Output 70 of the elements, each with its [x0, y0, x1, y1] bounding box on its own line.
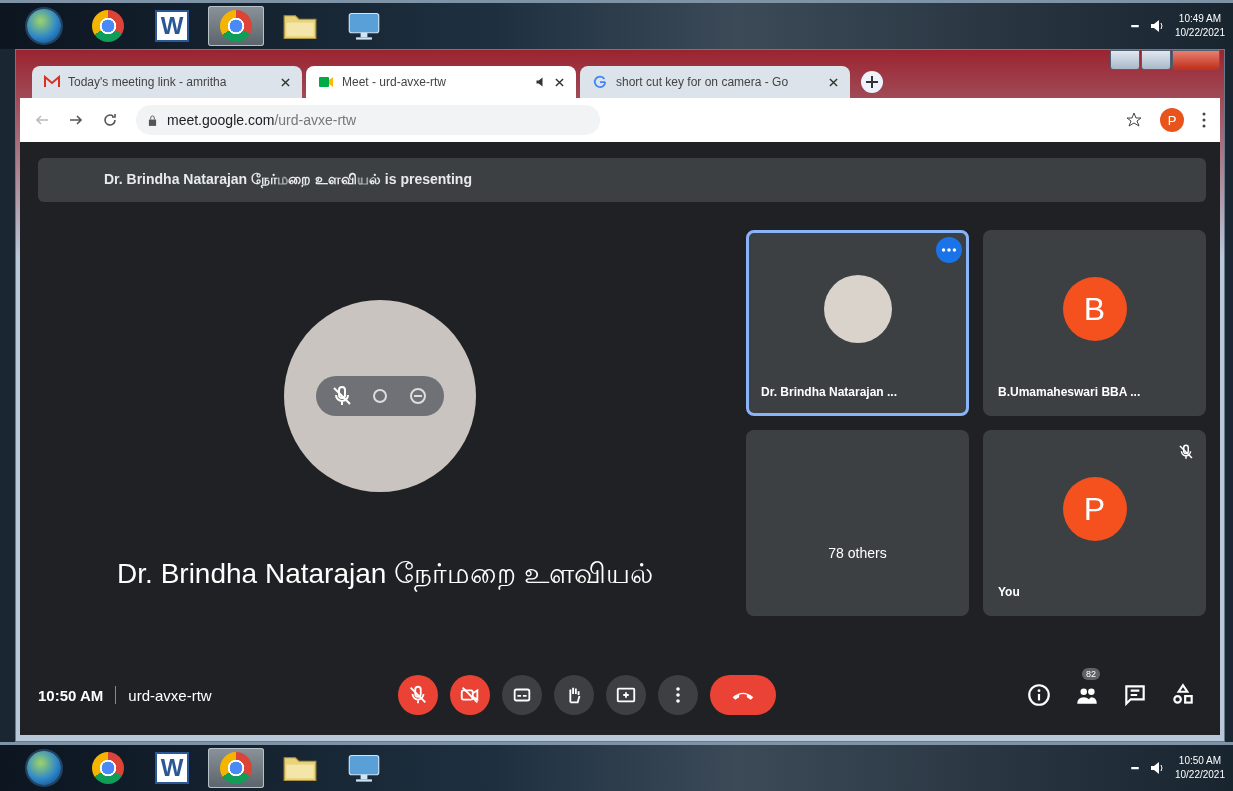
- start-orb-icon: [27, 9, 61, 43]
- browser-tab[interactable]: Today's meeting link - amritha: [32, 66, 302, 98]
- more-options-icon[interactable]: [936, 237, 962, 263]
- more-vertical-icon: [676, 687, 680, 703]
- present-button[interactable]: [606, 675, 646, 715]
- meeting-code: urd-avxe-rtw: [128, 686, 212, 704]
- video-camera-icon: [318, 75, 334, 89]
- participant-tile[interactable]: P You: [983, 430, 1206, 616]
- clock-date: 10/22/2021: [1174, 26, 1225, 40]
- mic-off-icon: [407, 684, 429, 706]
- taskbar-button[interactable]: W: [144, 748, 200, 788]
- tray-arrow-icon[interactable]: [1130, 24, 1139, 28]
- phone-icon: [732, 690, 754, 700]
- g-logo-icon: [592, 75, 608, 89]
- reload-icon[interactable]: [102, 112, 118, 128]
- maximize-button[interactable]: [1141, 50, 1171, 70]
- star-icon[interactable]: [1126, 112, 1142, 128]
- captions-button[interactable]: [502, 675, 542, 715]
- word-logo-icon: W: [155, 10, 189, 42]
- word-logo-icon: W: [155, 752, 189, 784]
- chrome-logo-icon: [220, 10, 252, 42]
- meeting-time: 10:50 AM: [38, 686, 104, 704]
- microphone-off-button[interactable]: [398, 675, 438, 715]
- close-icon[interactable]: [555, 77, 564, 87]
- raise-hand-button[interactable]: [554, 675, 594, 715]
- camera-off-icon: [459, 684, 481, 706]
- presenting-banner: Dr. Brindha Natarajan நேர்மறை உளவியல் is presenting: [38, 158, 1206, 202]
- participant-tile[interactable]: B B.Umamaheswari BBA ...: [983, 230, 1206, 416]
- tab-title: Meet - urd-avxe-rtw: [342, 75, 448, 89]
- clock-time: 10:49 AM: [1177, 12, 1223, 26]
- start-orb-icon: [27, 751, 61, 785]
- tray-arrow-icon[interactable]: [1130, 766, 1139, 770]
- speaker-icon[interactable]: [1148, 760, 1165, 776]
- count-badge: 82: [1082, 668, 1100, 680]
- monitor-icon: [347, 753, 381, 783]
- participant-tile[interactable]: 78 others: [746, 430, 969, 616]
- tab-title: Today's meeting link - amritha: [68, 75, 228, 89]
- chrome-logo-icon: [92, 10, 124, 42]
- participant-name: Dr. Brindha Natarajan ...: [760, 385, 899, 401]
- participant-name: B.Umamaheswari BBA ...: [997, 385, 1142, 401]
- close-icon[interactable]: [281, 77, 290, 87]
- participant-name: You: [997, 585, 1021, 601]
- hang-up-button[interactable]: [710, 675, 776, 715]
- chrome-logo-icon: [220, 752, 252, 784]
- monitor-icon: [347, 11, 381, 41]
- speaker-icon[interactable]: [1148, 18, 1165, 34]
- close-icon[interactable]: [829, 77, 838, 87]
- participant-tile[interactable]: Dr. Brindha Natarajan ...: [746, 230, 969, 416]
- more-options-button[interactable]: [658, 675, 698, 715]
- browser-tab[interactable]: short cut key for on camera - Go: [580, 66, 850, 98]
- lock-icon: [148, 114, 157, 126]
- taskbar-button[interactable]: W: [144, 6, 200, 46]
- avatar-circle: B: [1062, 277, 1127, 341]
- minimize-button[interactable]: [1110, 50, 1140, 70]
- tab-title: short cut key for on camera - Go: [616, 75, 790, 89]
- camera-off-button[interactable]: [450, 675, 490, 715]
- new-tab-icon[interactable]: [860, 70, 884, 94]
- chrome-logo-icon: [92, 752, 124, 784]
- address-bar[interactable]: meet.google.com/urd-avxe-rtw: [136, 105, 600, 135]
- profile-avatar[interactable]: P: [1160, 108, 1184, 132]
- clock-date: 10/22/2021: [1174, 768, 1225, 782]
- mail-icon: [44, 75, 60, 89]
- menu-icon[interactable]: [1202, 112, 1206, 128]
- info-icon[interactable]: [1026, 682, 1052, 708]
- clock-time: 10:50 AM: [1177, 754, 1223, 768]
- presenter-name: Dr. Brindha Natarajan நேர்மறை உளவியல்: [117, 558, 653, 593]
- others-count: 78 others: [828, 545, 887, 561]
- browser-tab[interactable]: Meet - urd-avxe-rtw: [306, 66, 576, 98]
- avatar-circle: P: [1062, 477, 1127, 541]
- chat-icon[interactable]: [1122, 682, 1148, 708]
